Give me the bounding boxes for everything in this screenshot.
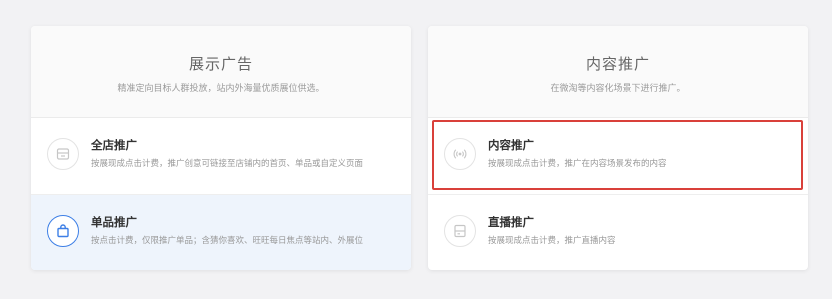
- option-description: 按展现成点击计费，推广直播内容: [488, 236, 616, 246]
- live-screen-icon: [444, 215, 476, 247]
- option-single-item-promotion[interactable]: 单品推广 按点击计费，仅限推广单品；含猜你喜欢、旺旺每日焦点等站内、外展位: [31, 194, 411, 270]
- option-title: 全店推广: [91, 138, 137, 152]
- content-promotion-header: 内容推广 在微淘等内容化场景下进行推广。: [428, 26, 808, 118]
- option-store-promotion[interactable]: 全店推广 按展现成点击计费，推广创意可链接至店铺内的首页、单品或自定义页面: [31, 118, 411, 194]
- shopping-bag-icon: [47, 215, 79, 247]
- display-ads-header: 展示广告 精准定向目标人群投放，站内外海量优质展位供选。: [31, 26, 411, 118]
- option-description: 按点击计费，仅限推广单品；含猜你喜欢、旺旺每日焦点等站内、外展位: [91, 236, 364, 246]
- display-ads-title: 展示广告: [188, 55, 253, 73]
- content-promotion-card: 内容推广 在微淘等内容化场景下进行推广。 内容推广 按展现成点击计费，推广在内容…: [428, 26, 808, 270]
- content-promotion-title: 内容推广: [585, 55, 650, 73]
- option-live-promotion[interactable]: 直播推广 按展现成点击计费，推广直播内容: [428, 194, 808, 270]
- display-ads-subtitle: 精准定向目标人群投放，站内外海量优质展位供选。: [117, 84, 325, 94]
- broadcast-icon: [444, 138, 476, 170]
- option-content-promotion[interactable]: 内容推广 按展现成点击计费，推广在内容场景发布的内容: [428, 118, 808, 194]
- option-description: 按展现成点击计费，推广在内容场景发布的内容: [488, 159, 667, 169]
- promotion-type-selector: 展示广告 精准定向目标人群投放，站内外海量优质展位供选。 全店推广 按展现成点击…: [0, 0, 832, 299]
- option-description: 按展现成点击计费，推广创意可链接至店铺内的首页、单品或自定义页面: [91, 159, 364, 169]
- store-icon: [47, 138, 79, 170]
- content-promotion-subtitle: 在微淘等内容化场景下进行推广。: [550, 84, 686, 94]
- option-title: 单品推广: [91, 215, 137, 229]
- option-title: 直播推广: [488, 215, 534, 229]
- display-ads-card: 展示广告 精准定向目标人群投放，站内外海量优质展位供选。 全店推广 按展现成点击…: [31, 26, 411, 270]
- option-title: 内容推广: [488, 138, 534, 152]
